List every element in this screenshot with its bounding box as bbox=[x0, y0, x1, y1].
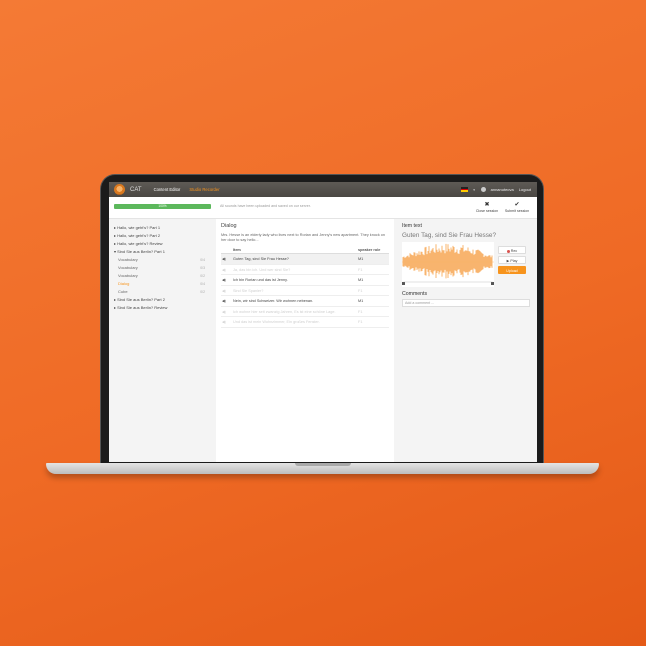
tree-item[interactable]: ▸ Hallo, wie geht's? Part 1 bbox=[114, 224, 213, 232]
tree-item[interactable]: ▸ Hallo, wie geht's? Review bbox=[114, 240, 213, 248]
recorder-controls: Rec ▶ Play Upload bbox=[498, 246, 526, 276]
logout-link[interactable]: Logout bbox=[519, 187, 531, 192]
dialog-title: Dialog bbox=[221, 223, 237, 229]
row-role: F1 bbox=[358, 309, 363, 314]
upload-button[interactable]: Upload bbox=[498, 266, 526, 274]
status-bar: 100% All sounds have been uploaded and s… bbox=[109, 197, 537, 219]
tree-item-label: ▸ Sind Sie aus Berlin? Part 2 bbox=[114, 297, 165, 302]
app-name: CAT bbox=[130, 186, 142, 193]
tree-item-label: Dialog bbox=[118, 281, 130, 286]
speaker-icon[interactable]: ◀) bbox=[221, 265, 233, 275]
app-logo[interactable] bbox=[114, 184, 125, 195]
table-row[interactable]: ◀) Ich bin Rorian und das ist Jenny. M1 bbox=[221, 275, 389, 286]
speaker-icon[interactable]: ◀) bbox=[221, 317, 233, 327]
laptop-notch bbox=[295, 463, 351, 466]
tree-subitem[interactable]: Vocabulary 0/2 bbox=[114, 272, 213, 280]
row-text: Sind Sie Spanier? bbox=[233, 288, 264, 293]
nav-studio-recorder[interactable]: Studio Recorder bbox=[189, 187, 219, 192]
nav-content-editor[interactable]: Content Editor bbox=[154, 187, 181, 192]
tree-subitem[interactable]: Vocabulary 0/4 bbox=[114, 256, 213, 264]
status-message: All sounds have been uploaded and saved … bbox=[220, 204, 311, 208]
submit-session-button[interactable]: ✔ Submit session bbox=[503, 202, 531, 213]
record-label: Rec bbox=[510, 249, 518, 253]
row-text: Ich wohne hier seit zwanzig Jahren, Es i… bbox=[233, 309, 336, 314]
item-text-title: Item text bbox=[402, 223, 422, 229]
upload-label: Upload bbox=[506, 269, 518, 273]
speaker-icon[interactable]: ◀) bbox=[221, 307, 233, 317]
speaker-icon[interactable]: ◀) bbox=[221, 286, 233, 296]
tree-item[interactable]: ▾ Sind Sie aus Berlin? Part 1 bbox=[114, 248, 213, 256]
item-text: Guten Tag, sind Sie Frau Hesse? bbox=[402, 232, 497, 239]
table-row[interactable]: ◀) Ich wohne hier seit zwanzig Jahren, Es… bbox=[221, 307, 389, 317]
column-header-item: Item bbox=[233, 248, 241, 252]
table-header: Item speaker role bbox=[221, 246, 389, 254]
record-icon bbox=[506, 249, 510, 253]
table-row[interactable]: ◀) Ja, das bin ich. Und wer sind Sie? F1 bbox=[221, 265, 389, 275]
lesson-tree: ▸ Hallo, wie geht's? Part 1 ▸ Hallo, wie… bbox=[109, 219, 213, 462]
column-header-role: speaker role bbox=[358, 248, 381, 252]
play-label: ▶ Play bbox=[506, 259, 518, 263]
dialog-panel: Dialog Mrs. Hesse is an elderly lady who… bbox=[216, 219, 394, 462]
tree-item-label: ▸ Sind Sie aus Berlin? Review bbox=[114, 305, 168, 310]
table-row[interactable]: ◀) Sind Sie Spanier? F1 bbox=[221, 286, 389, 296]
speaker-icon[interactable]: ◀) bbox=[221, 296, 233, 306]
tree-subitem[interactable]: Cube 0/2 bbox=[114, 288, 213, 296]
tree-item[interactable]: ▸ Sind Sie aus Berlin? Part 2 bbox=[114, 296, 213, 304]
table-row[interactable]: ◀) Guten Tag, sind Sie Frau Hesse? M1 bbox=[221, 254, 389, 265]
tree-item-label: ▾ Sind Sie aus Berlin? Part 1 bbox=[114, 249, 165, 254]
tree-item-label: Vocabulary bbox=[118, 273, 138, 278]
tree-item-label: Vocabulary bbox=[118, 265, 138, 270]
tree-item-label: Cube bbox=[118, 289, 128, 294]
navbar: CAT Content Editor Studio Recorder ▼ ann… bbox=[109, 182, 537, 197]
table-row[interactable]: ◀) Nein, wir sind Schweizer. Wir wohnen n… bbox=[221, 296, 389, 307]
record-button[interactable]: Rec bbox=[498, 246, 526, 254]
row-role: F1 bbox=[358, 320, 363, 324]
check-icon: ✔ bbox=[514, 202, 520, 208]
comment-input[interactable]: Add a comment ... bbox=[402, 299, 530, 307]
close-session-label: Close session bbox=[475, 209, 499, 213]
german-flag-icon[interactable] bbox=[460, 187, 468, 193]
tree-item[interactable]: ▸ Sind Sie aus Berlin? Review bbox=[114, 304, 213, 312]
tree-subitem-current[interactable]: Dialog 0/4 bbox=[114, 280, 213, 288]
tree-item-label: ▸ Hallo, wie geht's? Part 1 bbox=[114, 225, 161, 230]
waveform-graphic bbox=[402, 243, 494, 285]
speaker-icon[interactable]: ◀) bbox=[221, 254, 233, 264]
table-row[interactable]: ◀) Und das ist mein Wohnzimmer, Ein große… bbox=[221, 317, 389, 328]
progress-fill: 100% bbox=[114, 204, 211, 209]
tree-item-count: 0/2 bbox=[200, 274, 205, 278]
close-session-button[interactable]: ✖ Close session bbox=[473, 202, 501, 213]
tree-item[interactable]: ▸ Hallo, wie geht's? Part 2 bbox=[114, 232, 213, 240]
close-icon: ✖ bbox=[484, 202, 490, 208]
comments-title: Comments bbox=[402, 291, 428, 297]
tree-item-label: ▸ Hallo, wie geht's? Review bbox=[114, 241, 163, 246]
tree-item-label: Vocabulary bbox=[118, 257, 138, 262]
waveform[interactable] bbox=[402, 242, 494, 287]
play-button[interactable]: ▶ Play bbox=[498, 256, 526, 264]
tree-item-count: 0/2 bbox=[200, 290, 205, 294]
dialog-description: Mrs. Hesse is an elderly lady who lives … bbox=[221, 233, 386, 242]
username[interactable]: annanuteova bbox=[491, 187, 514, 192]
row-role: M1 bbox=[358, 257, 364, 261]
row-role: M1 bbox=[358, 278, 364, 282]
tree-item-count: 0/3 bbox=[200, 266, 205, 270]
laptop-screen: CAT Content Editor Studio Recorder ▼ ann… bbox=[109, 182, 537, 462]
row-text: Nein, wir sind Schweizer. Wir wohnen neb… bbox=[233, 299, 314, 303]
row-role: M1 bbox=[358, 299, 364, 303]
row-text: Ja, das bin ich. Und wer sind Sie? bbox=[233, 267, 291, 272]
chevron-down-icon[interactable]: ▼ bbox=[473, 188, 476, 192]
user-icon bbox=[480, 187, 486, 192]
row-role: F1 bbox=[358, 288, 363, 293]
row-text: Und das ist mein Wohnzimmer, Ein großes … bbox=[233, 320, 320, 324]
tree-item-label: ▸ Hallo, wie geht's? Part 2 bbox=[114, 233, 161, 238]
tree-item-count: 0/4 bbox=[200, 258, 205, 262]
submit-session-label: Submit session bbox=[504, 209, 530, 213]
tree-subitem[interactable]: Vocabulary 0/3 bbox=[114, 264, 213, 272]
tree-item-count: 0/4 bbox=[200, 282, 205, 286]
speaker-icon[interactable]: ◀) bbox=[221, 275, 233, 285]
row-role: F1 bbox=[358, 267, 363, 272]
row-text: Ich bin Rorian und das ist Jenny. bbox=[233, 278, 288, 282]
recording-panel: Item text Guten Tag, sind Sie Frau Hesse… bbox=[397, 219, 537, 462]
upload-progress-bar: 100% bbox=[114, 204, 211, 209]
row-text: Guten Tag, sind Sie Frau Hesse? bbox=[233, 257, 289, 261]
